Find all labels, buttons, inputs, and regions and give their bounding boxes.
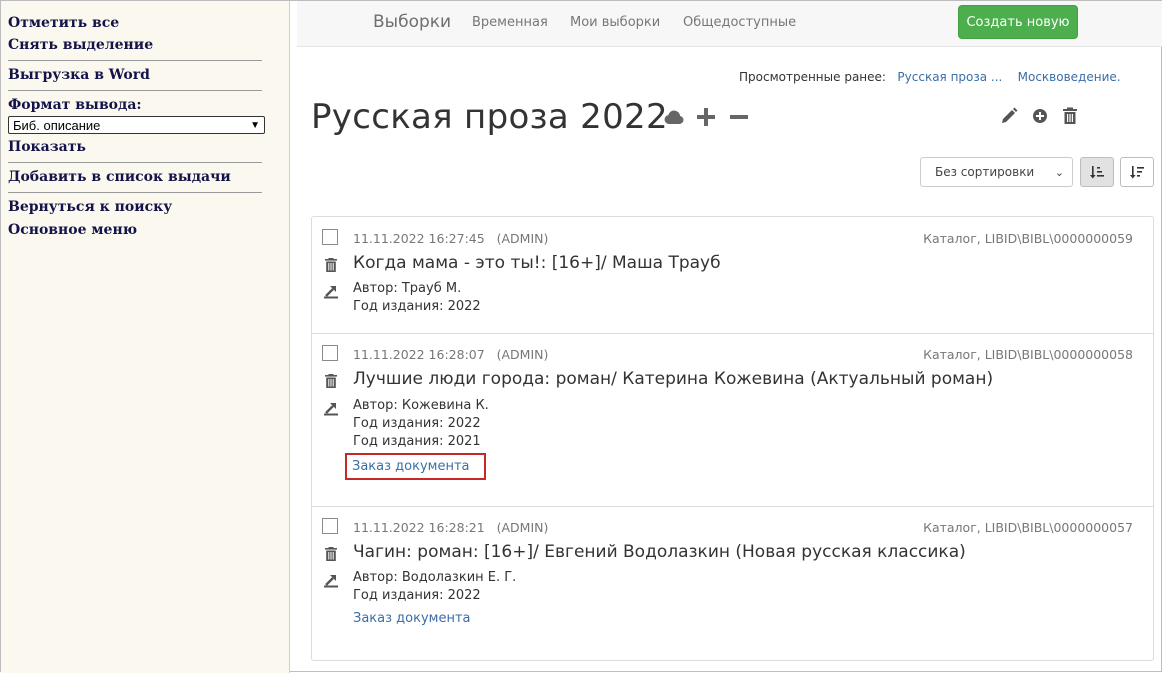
record-user: (ADMIN) <box>496 520 549 535</box>
sidebar-divider <box>8 90 262 91</box>
record-checkbox[interactable] <box>322 345 338 361</box>
plus-icon[interactable] <box>694 105 718 129</box>
sort-descending-icon <box>1130 166 1144 179</box>
pencil-icon[interactable] <box>999 106 1019 126</box>
record-year: Год издания: 2022 <box>353 299 481 314</box>
sort-select[interactable]: Без сортировки ⌄ <box>920 157 1073 187</box>
order-document-link[interactable]: Заказ документа <box>345 453 486 480</box>
record-author: Автор: Трауб М. <box>353 281 462 296</box>
record-user: (ADMIN) <box>496 231 549 246</box>
add-to-list-link[interactable]: Добавить в список выдачи <box>8 169 231 185</box>
record-checkbox[interactable] <box>322 518 338 534</box>
record-year: Год издания: 2022 <box>353 416 481 431</box>
minus-icon[interactable] <box>727 105 751 129</box>
list-item: 11.11.2022 16:28:21 (ADMIN) Каталог, LIB… <box>312 506 1153 660</box>
record-catalog: Каталог, LIBID\BIBL\0000000059 <box>923 231 1133 246</box>
nav-item-selections[interactable]: Выборки <box>373 12 451 32</box>
sort-select-value: Без сортировки <box>935 165 1035 179</box>
nav-item-my-selections[interactable]: Мои выборки <box>570 15 660 30</box>
back-to-search-link[interactable]: Вернуться к поиску <box>8 199 172 215</box>
chevron-down-icon: ⌄ <box>1054 165 1064 179</box>
sidebar-divider <box>8 60 262 61</box>
show-link[interactable]: Показать <box>8 139 86 155</box>
list-item: 11.11.2022 16:28:07 (ADMIN) Каталог, LIB… <box>312 333 1153 506</box>
format-select[interactable]: Биб. описание ▼ <box>8 116 265 134</box>
chevron-down-icon: ▼ <box>250 119 260 131</box>
record-datetime: 11.11.2022 16:27:45 <box>353 231 485 246</box>
record-meta: 11.11.2022 16:28:07 (ADMIN) <box>353 347 548 362</box>
record-meta: 11.11.2022 16:27:45 (ADMIN) <box>353 231 548 246</box>
nav-item-public[interactable]: Общедоступные <box>683 15 796 30</box>
left-sidebar: Отметить все Снять выделение Выгрузка в … <box>1 1 290 673</box>
record-author: Автор: Водолазкин Е. Г. <box>353 570 517 585</box>
trash-icon[interactable] <box>323 373 339 389</box>
trash-icon[interactable] <box>323 546 339 562</box>
record-catalog: Каталог, LIBID\BIBL\0000000058 <box>923 347 1133 362</box>
records-list: 11.11.2022 16:27:45 (ADMIN) Каталог, LIB… <box>311 216 1154 661</box>
sort-ascending-icon <box>1090 166 1104 179</box>
viewed-link-moscow-studies[interactable]: Москвоведение. <box>1018 70 1121 84</box>
record-title: Лучшие люди города: роман/ Катерина Коже… <box>353 369 994 389</box>
main-menu-link[interactable]: Основное меню <box>8 222 137 238</box>
export-icon[interactable] <box>323 283 339 299</box>
sidebar-divider <box>8 162 262 163</box>
page-title: Русская проза 2022 <box>311 97 668 137</box>
record-checkbox[interactable] <box>322 229 338 245</box>
record-title: Чагин: роман: [16+]/ Евгений Водолазкин … <box>353 542 966 562</box>
select-all-link[interactable]: Отметить все <box>8 15 119 31</box>
trash-icon[interactable] <box>1060 106 1080 126</box>
record-meta: 11.11.2022 16:28:21 (ADMIN) <box>353 520 548 535</box>
record-datetime: 11.11.2022 16:28:07 <box>353 347 485 362</box>
cloud-icon[interactable] <box>662 105 686 129</box>
add-circle-icon[interactable] <box>1030 106 1050 126</box>
sidebar-divider <box>8 192 262 193</box>
sort-descending-button[interactable] <box>1120 157 1154 187</box>
export-icon[interactable] <box>323 400 339 416</box>
export-word-link[interactable]: Выгрузка в Word <box>8 67 150 83</box>
format-label: Формат вывода: <box>8 97 142 113</box>
export-icon[interactable] <box>323 572 339 588</box>
record-author: Автор: Кожевина К. <box>353 398 489 413</box>
top-navbar: Выборки Временная Мои выборки Общедоступ… <box>297 1 1162 47</box>
viewed-link-russian-prose[interactable]: Русская проза ... <box>897 70 1002 84</box>
record-catalog: Каталог, LIBID\BIBL\0000000057 <box>923 520 1133 535</box>
viewed-label: Просмотренные ранее: <box>739 70 886 84</box>
record-datetime: 11.11.2022 16:28:21 <box>353 520 485 535</box>
deselect-link[interactable]: Снять выделение <box>8 37 153 53</box>
record-year: Год издания: 2021 <box>353 434 481 449</box>
record-user: (ADMIN) <box>496 347 549 362</box>
nav-item-temporary[interactable]: Временная <box>472 15 548 30</box>
create-new-button[interactable]: Создать новую <box>958 5 1078 39</box>
record-title: Когда мама - это ты!: [16+]/ Маша Трауб <box>353 253 721 273</box>
viewed-before: Просмотренные ранее: Русская проза ... М… <box>739 70 1121 84</box>
list-item: 11.11.2022 16:27:45 (ADMIN) Каталог, LIB… <box>312 217 1153 333</box>
trash-icon[interactable] <box>323 257 339 273</box>
order-document-link[interactable]: Заказ документа <box>353 611 471 626</box>
record-year: Год издания: 2022 <box>353 588 481 603</box>
format-select-value: Биб. описание <box>13 117 101 133</box>
sort-ascending-button[interactable] <box>1080 157 1114 187</box>
